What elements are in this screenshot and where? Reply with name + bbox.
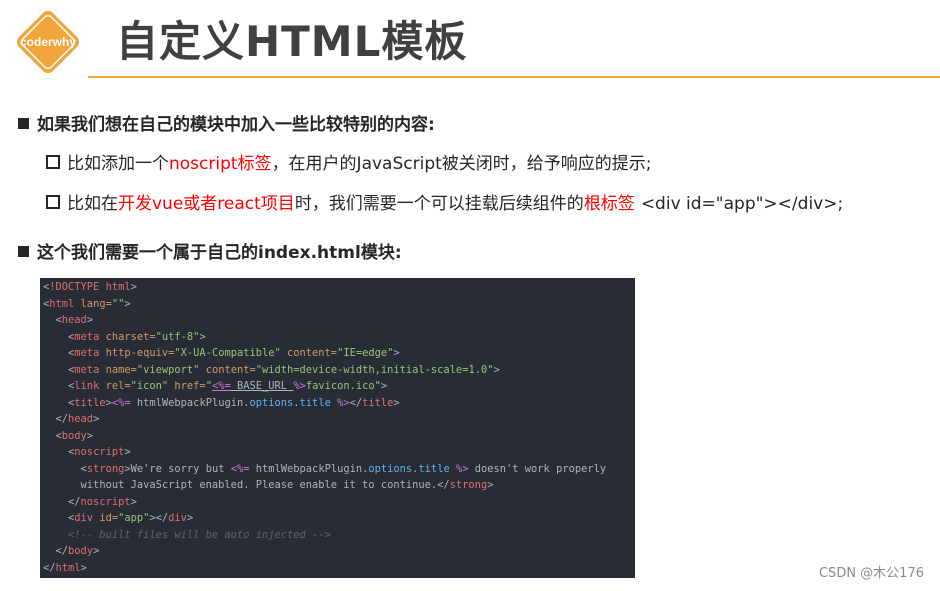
logo-text: coderwhy (20, 35, 76, 49)
highlight-noscript: noscript标签 (169, 154, 272, 174)
bullet-text: 比如在 (67, 194, 118, 214)
code-line: <meta charset="utf-8"> (68, 330, 206, 343)
code-line: </body> (55, 545, 100, 557)
code-line: <meta http-equiv="X-UA-Compatible" conte… (68, 347, 400, 359)
code-line: <html lang=""> (43, 297, 131, 310)
sub-bullet-root-tag: 比如在开发vue或者react项目时，我们需要一个可以挂载后续组件的根标签 <di… (46, 193, 843, 215)
inline-code-div-app: <div id="app"></div>; (640, 194, 844, 214)
bullet-index-html: 这个我们需要一个属于自己的index.html模块: (18, 242, 402, 264)
code-line: <div id="app"></div> (68, 512, 194, 524)
code-line: <noscript> (68, 446, 131, 458)
hollow-square-bullet-icon (46, 155, 60, 169)
code-block: <!DOCTYPE html> <html lang=""> <head> <m… (40, 278, 635, 578)
hollow-square-bullet-icon (46, 195, 60, 209)
code-line: </noscript> (68, 495, 137, 508)
code-line: <strong>We're sorry but <%= htmlWebpackP… (80, 462, 607, 475)
bullet-text: ，在用户的JavaScript被关闭时，给予响应的提示; (271, 154, 652, 174)
code-line: <!-- built files will be auto injected -… (68, 528, 331, 541)
bullet-text: 如果我们想在自己的模块中加入一些比较特别的内容: (37, 115, 435, 135)
bullet-text: 比如添加一个 (67, 154, 169, 174)
code-line: </head> (55, 413, 100, 425)
code-line: without JavaScript enabled. Please enabl… (80, 479, 494, 491)
code-line: <head> (55, 314, 94, 326)
logo-diamond-icon: coderwhy (16, 10, 80, 74)
code-line: <link rel="icon" href="<%= BASE_URL %>fa… (68, 380, 388, 392)
filled-square-bullet-icon (18, 118, 29, 129)
highlight-root-tag: 根标签 (583, 194, 635, 214)
code-line: <meta name="viewport" content="width=dev… (68, 363, 500, 376)
sub-bullet-noscript: 比如添加一个noscript标签，在用户的JavaScript被关闭时，给予响应… (46, 153, 652, 175)
csdn-watermark: CSDN @木公176 (818, 566, 924, 581)
highlight-vue-react: 开发vue或者react项目 (118, 194, 295, 214)
coderwhy-logo: coderwhy (10, 4, 86, 80)
filled-square-bullet-icon (18, 246, 29, 257)
code-line: <body> (55, 429, 94, 442)
page-title: 自定义HTML模板 (116, 17, 468, 66)
bullet-text: 这个我们需要一个属于自己的index.html模块: (37, 243, 402, 263)
code-line: <!DOCTYPE html> (43, 281, 137, 293)
bullet-text: 时，我们需要一个可以挂载后续组件的 (294, 194, 584, 214)
code-line: <title><%= htmlWebpackPlugin.options.tit… (68, 396, 400, 409)
bullet-custom-content: 如果我们想在自己的模块中加入一些比较特别的内容: (18, 114, 435, 136)
title-divider (88, 76, 940, 78)
code-line: </html> (43, 561, 87, 574)
